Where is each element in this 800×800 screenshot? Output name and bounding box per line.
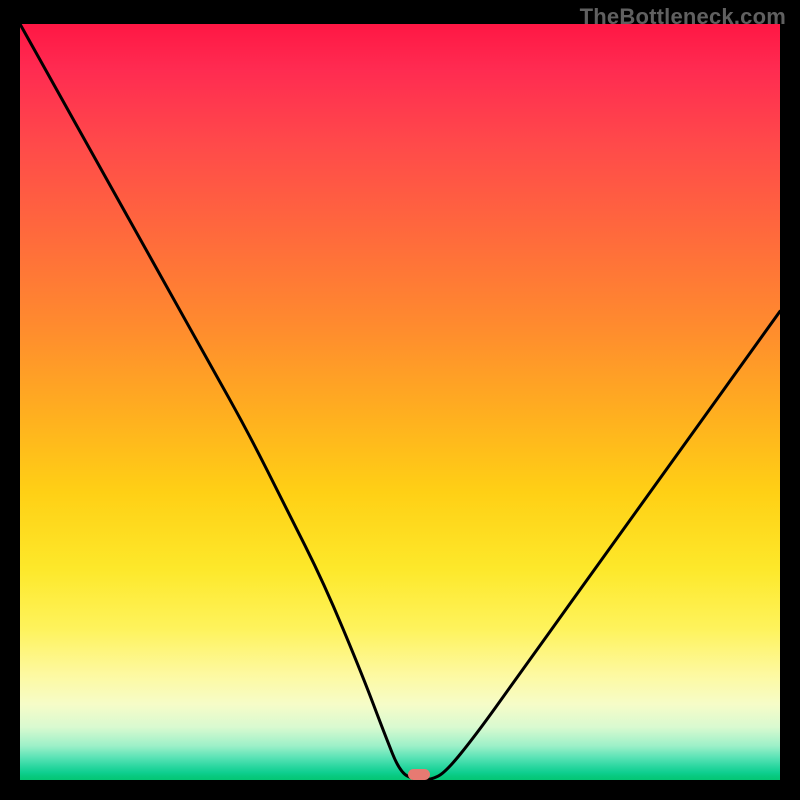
curve-path — [20, 24, 780, 780]
chart-frame: TheBottleneck.com — [0, 0, 800, 800]
optimal-marker — [408, 769, 429, 780]
bottleneck-curve — [20, 24, 780, 780]
plot-area — [20, 24, 780, 780]
watermark-text: TheBottleneck.com — [580, 4, 786, 30]
